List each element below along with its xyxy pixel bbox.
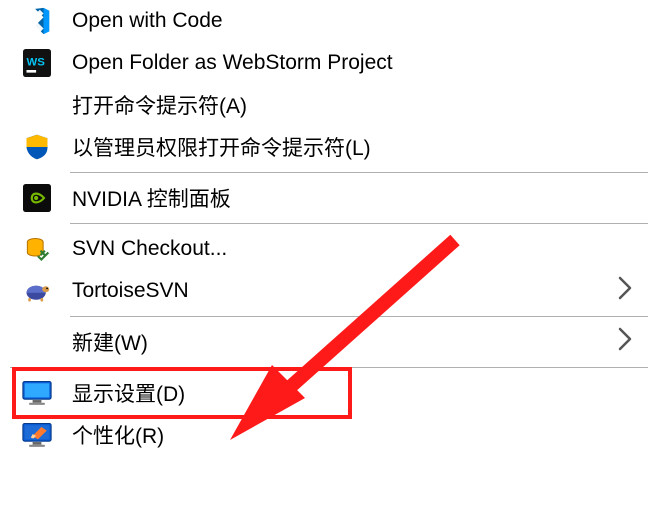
webstorm-icon: WS [20, 46, 54, 80]
vscode-icon [20, 4, 54, 38]
tortoise-icon [20, 274, 54, 308]
display-icon [20, 376, 54, 410]
menu-item-new[interactable]: 新建(W) [0, 321, 648, 363]
menu-item-label: 以管理员权限打开命令提示符(L) [72, 132, 632, 162]
menu-item-display-settings[interactable]: 显示设置(D) [0, 372, 648, 414]
menu-item-open-webstorm[interactable]: WS Open Folder as WebStorm Project [0, 42, 648, 84]
shield-icon [20, 130, 54, 164]
chevron-right-icon [618, 276, 632, 307]
menu-item-label: SVN Checkout... [72, 237, 632, 261]
menu-separator [70, 316, 648, 317]
menu-item-open-code[interactable]: Open with Code [0, 0, 648, 42]
menu-item-label: 新建(W) [72, 327, 618, 357]
menu-item-label: NVIDIA 控制面板 [72, 183, 632, 213]
menu-item-label: TortoiseSVN [72, 279, 618, 303]
menu-item-label: 显示设置(D) [72, 378, 632, 408]
menu-separator [70, 223, 648, 224]
menu-item-nvidia[interactable]: NVIDIA 控制面板 [0, 177, 648, 219]
menu-item-label: 打开命令提示符(A) [72, 90, 632, 120]
menu-item-label: Open with Code [72, 9, 632, 33]
context-menu: Open with Code WS Open Folder as WebStor… [0, 0, 648, 456]
svg-text:WS: WS [27, 57, 46, 69]
menu-item-personalize[interactable]: 个性化(R) [0, 414, 648, 456]
menu-item-label: Open Folder as WebStorm Project [72, 51, 632, 75]
menu-separator [70, 172, 648, 173]
blank-icon [20, 88, 54, 122]
personalize-icon [20, 418, 54, 452]
svn-checkout-icon [20, 232, 54, 266]
menu-item-tortoisesvn[interactable]: TortoiseSVN [0, 270, 648, 312]
menu-item-svn-checkout[interactable]: SVN Checkout... [0, 228, 648, 270]
nvidia-icon [20, 181, 54, 215]
blank-icon [20, 325, 54, 359]
menu-separator [10, 367, 648, 368]
menu-item-cmd-admin[interactable]: 以管理员权限打开命令提示符(L) [0, 126, 648, 168]
menu-item-label: 个性化(R) [72, 420, 632, 450]
chevron-right-icon [618, 327, 632, 358]
menu-item-cmd[interactable]: 打开命令提示符(A) [0, 84, 648, 126]
